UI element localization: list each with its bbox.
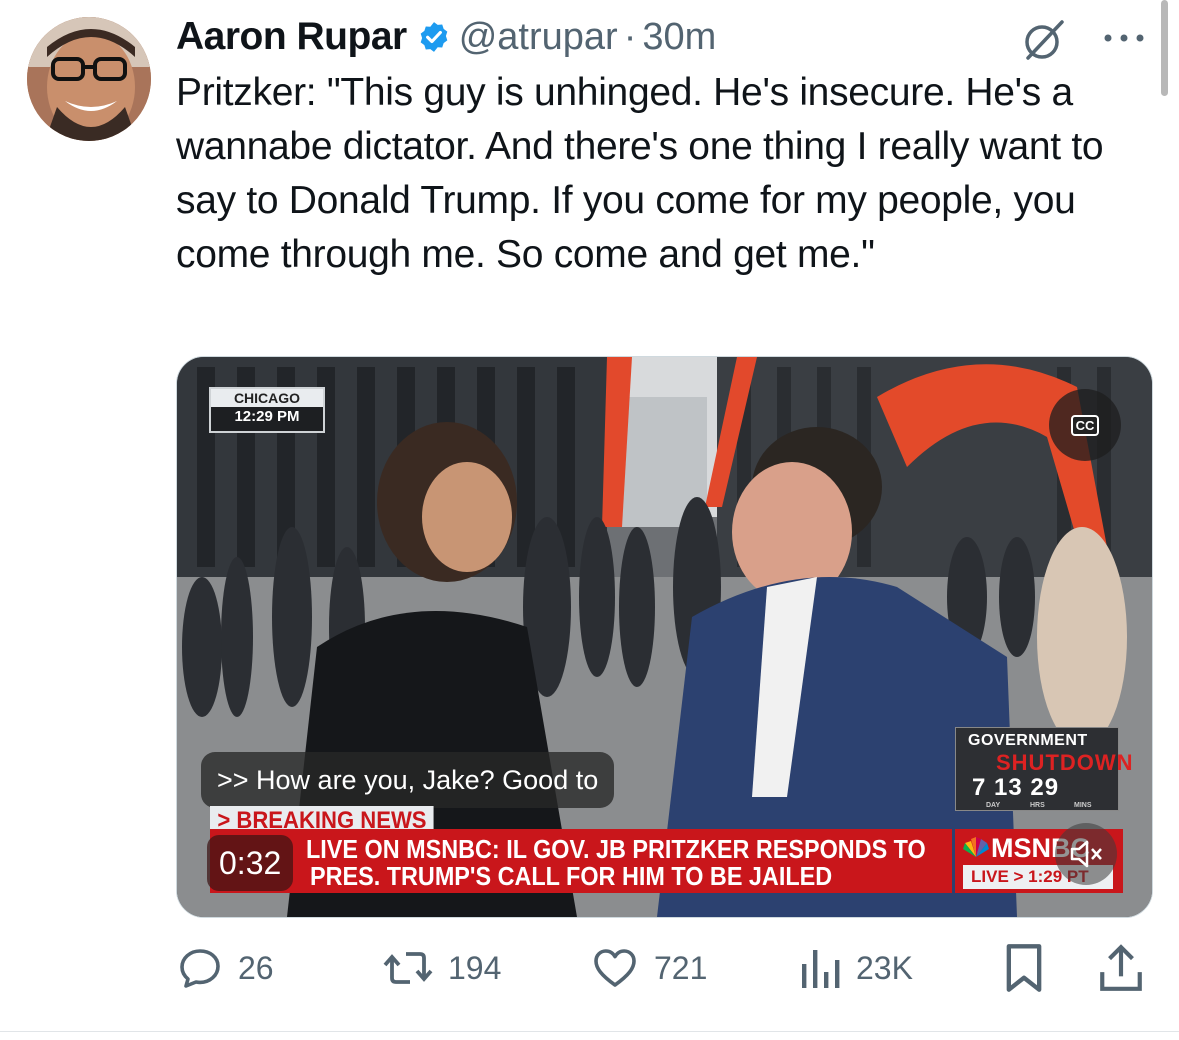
tweet-actions: 26 194 721 23K xyxy=(176,938,1151,998)
share-button[interactable] xyxy=(1098,938,1158,998)
video-player[interactable]: CHICAGO 12:29 PM CC >> How are you, Jake… xyxy=(176,356,1153,918)
reply-count: 26 xyxy=(238,949,274,986)
shutdown-counter: 7 13 29 xyxy=(972,774,1060,801)
closed-captions-icon: CC xyxy=(1070,414,1100,436)
verified-badge-icon xyxy=(417,20,451,54)
bookmark-button[interactable] xyxy=(1002,938,1060,998)
headline-banner: LIVE ON MSNBC: IL GOV. JB PRITZKER RESPO… xyxy=(210,829,952,893)
shutdown-mins-label: MINS xyxy=(1074,802,1092,809)
shutdown-word: SHUTDOWN xyxy=(996,750,1134,775)
like-count: 721 xyxy=(654,949,708,986)
peacock-logo-icon xyxy=(963,837,989,857)
grok-icon[interactable] xyxy=(1020,18,1068,62)
view-count: 23K xyxy=(856,949,913,986)
video-duration: 0:32 xyxy=(207,835,294,891)
separator-dot: · xyxy=(623,15,637,58)
author-name[interactable]: Aaron Rupar xyxy=(176,15,407,59)
video-caption: >> How are you, Jake? Good to xyxy=(201,752,615,808)
reply-button[interactable]: 26 xyxy=(176,938,274,998)
closed-captions-button[interactable]: CC xyxy=(1049,389,1121,461)
location-bug: CHICAGO 12:29 PM xyxy=(209,387,325,433)
more-icon[interactable] xyxy=(1100,24,1148,52)
headline-line-2: PRES. TRUMP'S CALL FOR HIM TO BE JAILED xyxy=(310,861,833,891)
repost-button[interactable]: 194 xyxy=(382,938,501,998)
tweet-divider xyxy=(0,1031,1179,1032)
scrollbar[interactable] xyxy=(1161,0,1168,96)
mute-icon xyxy=(1070,840,1102,868)
mute-button[interactable] xyxy=(1055,823,1117,885)
reply-icon xyxy=(180,949,220,988)
repost-count: 194 xyxy=(448,949,502,986)
author-avatar[interactable] xyxy=(27,17,151,141)
repost-icon xyxy=(383,952,433,984)
like-icon xyxy=(594,949,636,987)
views-button[interactable]: 23K xyxy=(798,938,913,998)
bookmark-icon xyxy=(1006,944,1042,992)
shutdown-day-label: DAY xyxy=(986,802,1001,809)
shutdown-hrs-label: HRS xyxy=(1030,802,1045,809)
location-city: CHICAGO xyxy=(211,389,323,407)
tweet-text: Pritzker: "This guy is unhinged. He's in… xyxy=(176,71,1104,276)
shutdown-clock: GOVERNMENT SHUTDOWN 7 13 29 DAY HRS MINS xyxy=(955,727,1133,811)
share-icon xyxy=(1100,944,1142,991)
author-handle[interactable]: @atrupar xyxy=(459,16,618,59)
tweet-header: Aaron Rupar @atrupar · 30m xyxy=(176,12,716,62)
timestamp[interactable]: 30m xyxy=(642,16,716,59)
shutdown-title: GOVERNMENT xyxy=(968,732,1088,749)
like-button[interactable]: 721 xyxy=(590,938,707,998)
avatar-photo xyxy=(27,17,151,141)
headline-line-1: LIVE ON MSNBC: IL GOV. JB PRITZKER RESPO… xyxy=(306,834,926,864)
views-icon xyxy=(802,950,840,988)
location-time: 12:29 PM xyxy=(234,408,300,425)
